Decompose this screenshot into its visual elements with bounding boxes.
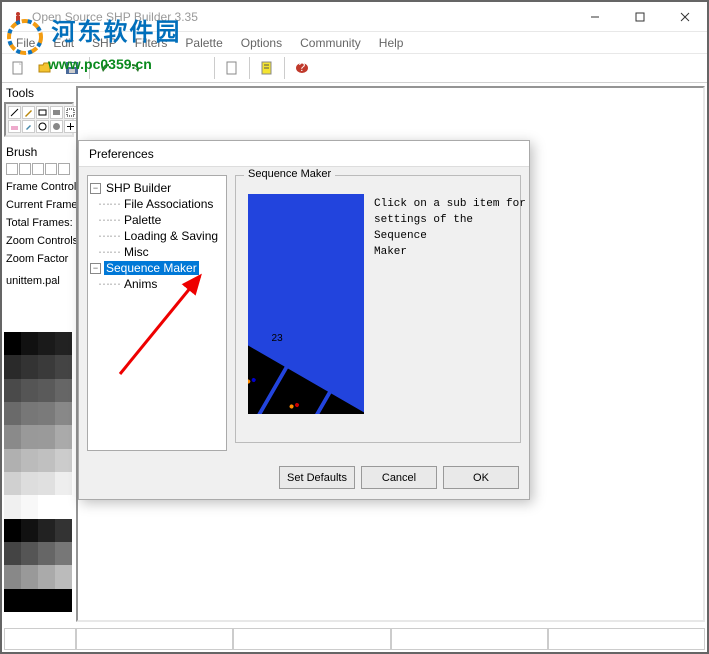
- palette-filename: unittem.pal: [4, 273, 74, 289]
- tool-fillcircle-icon[interactable]: [50, 120, 63, 133]
- brush-size-2[interactable]: [19, 163, 31, 175]
- menubar: File Edit SHP Filters Palette Options Co…: [2, 32, 707, 53]
- tree-node-palette[interactable]: ⋯⋯Palette: [90, 212, 224, 228]
- tree-node-misc[interactable]: ⋯⋯Misc: [90, 244, 224, 260]
- close-button[interactable]: [662, 2, 707, 31]
- brush-size-3[interactable]: [32, 163, 44, 175]
- save-icon[interactable]: [60, 56, 84, 80]
- menu-help[interactable]: Help: [371, 34, 412, 52]
- undo-icon[interactable]: [95, 56, 119, 80]
- brush-size-4[interactable]: [45, 163, 57, 175]
- ok-button[interactable]: OK: [443, 466, 519, 489]
- preferences-tree[interactable]: − SHP Builder ⋯⋯File Associations ⋯⋯Pale…: [87, 175, 227, 451]
- tool-dropper-icon[interactable]: [22, 120, 35, 133]
- tools-label: Tools: [4, 84, 74, 102]
- tree-node-shp-builder[interactable]: − SHP Builder: [90, 180, 224, 196]
- menu-file[interactable]: File: [8, 34, 43, 52]
- svg-text:?: ?: [299, 60, 306, 74]
- left-pane: Tools Brush Frame Controls: Current Fram…: [4, 84, 74, 289]
- palette[interactable]: [4, 332, 72, 612]
- status-cell: [548, 628, 705, 650]
- toolbar-separator: [284, 57, 285, 79]
- brush-size-1[interactable]: [6, 163, 18, 175]
- frame-controls-label: Frame Controls:: [4, 177, 74, 195]
- open-file-icon[interactable]: [33, 56, 57, 80]
- tree-node-sequence-maker[interactable]: − Sequence Maker: [90, 260, 224, 276]
- sequence-preview: 30 23: [248, 194, 364, 414]
- dialog-title: Preferences: [79, 141, 529, 167]
- redo-icon[interactable]: [122, 56, 146, 80]
- toolbar-separator: [89, 57, 90, 79]
- tree-branch-icon: ⋯⋯: [98, 277, 120, 291]
- tree-label-selected: Sequence Maker: [104, 261, 199, 275]
- collapse-icon[interactable]: −: [90, 263, 101, 274]
- app-icon: [10, 9, 26, 25]
- tree-node-anims[interactable]: ⋯⋯Anims: [90, 276, 224, 292]
- tool-erase-icon[interactable]: [8, 120, 21, 133]
- tree-branch-icon: ⋯⋯: [98, 197, 120, 211]
- statusbar: [4, 628, 705, 650]
- menu-palette[interactable]: Palette: [177, 34, 230, 52]
- new-file-icon[interactable]: [6, 56, 30, 80]
- preferences-icon[interactable]: [255, 56, 279, 80]
- tree-branch-icon: ⋯⋯: [98, 229, 120, 243]
- toolbar: ?: [2, 53, 707, 83]
- set-defaults-button[interactable]: Set Defaults: [279, 466, 355, 489]
- titlebar: Open Source SHP Builder 3.35: [2, 2, 707, 32]
- tree-label: File Associations: [122, 197, 215, 211]
- tool-rect-icon[interactable]: [36, 106, 49, 119]
- zoom-controls-label: Zoom Controls:: [4, 231, 74, 249]
- tree-branch-icon: ⋯⋯: [98, 213, 120, 227]
- status-cell: [4, 628, 76, 650]
- status-cell: [391, 628, 548, 650]
- tree-label: SHP Builder: [104, 181, 173, 195]
- tree-node-loading[interactable]: ⋯⋯Loading & Saving: [90, 228, 224, 244]
- new-doc-icon[interactable]: [220, 56, 244, 80]
- brush-label: Brush: [4, 143, 74, 161]
- brush-size-5[interactable]: [58, 163, 70, 175]
- sequence-maker-group: Sequence Maker 30 23 Click on a sub item…: [235, 175, 521, 443]
- collapse-icon[interactable]: −: [90, 183, 101, 194]
- zoom-factor-label: Zoom Factor: [4, 249, 74, 267]
- maximize-button[interactable]: [617, 2, 662, 31]
- toolbar-separator: [214, 57, 215, 79]
- tree-label: Loading & Saving: [122, 229, 220, 243]
- tree-label: Palette: [122, 213, 163, 227]
- minimize-button[interactable]: [572, 2, 617, 31]
- sequence-help-text: Click on a sub item for settings of the …: [374, 196, 526, 260]
- menu-edit[interactable]: Edit: [45, 34, 82, 52]
- tree-node-file-assoc[interactable]: ⋯⋯File Associations: [90, 196, 224, 212]
- tree-label: Anims: [122, 277, 159, 291]
- status-cell: [76, 628, 233, 650]
- window-title: Open Source SHP Builder 3.35: [32, 10, 572, 24]
- current-frame-label: Current Frame:: [4, 195, 74, 213]
- menu-shp[interactable]: SHP: [84, 34, 125, 52]
- tools-grid: [4, 102, 74, 137]
- tool-pencil-icon[interactable]: [22, 106, 35, 119]
- tool-circle-icon[interactable]: [36, 120, 49, 133]
- tool-line-icon[interactable]: [8, 106, 21, 119]
- cancel-button[interactable]: Cancel: [361, 466, 437, 489]
- toolbar-separator: [249, 57, 250, 79]
- status-cell: [233, 628, 390, 650]
- tree-label: Misc: [122, 245, 151, 259]
- menu-filters[interactable]: Filters: [127, 34, 176, 52]
- total-frames-label: Total Frames:: [4, 213, 74, 231]
- tree-branch-icon: ⋯⋯: [98, 245, 120, 259]
- tool-fillrect-icon[interactable]: [50, 106, 63, 119]
- menu-community[interactable]: Community: [292, 34, 369, 52]
- groupbox-label: Sequence Maker: [244, 168, 335, 180]
- preferences-panel: Sequence Maker 30 23 Click on a sub item…: [235, 175, 521, 451]
- preferences-dialog: Preferences − SHP Builder ⋯⋯File Associa…: [78, 140, 530, 500]
- frame-number: 23: [271, 333, 282, 344]
- brush-row: [4, 161, 74, 177]
- help-icon[interactable]: ?: [290, 56, 314, 80]
- menu-options[interactable]: Options: [233, 34, 290, 52]
